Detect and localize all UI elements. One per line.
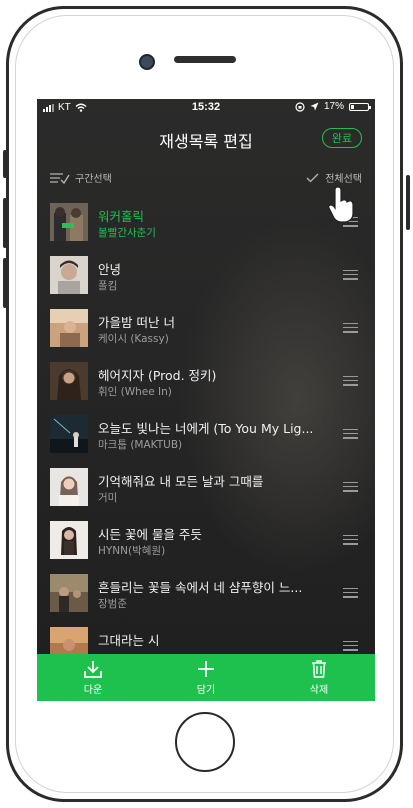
- home-button[interactable]: [175, 712, 235, 772]
- battery-percent: 17%: [323, 101, 344, 112]
- battery-icon: [349, 102, 371, 111]
- song-title: 흔들리는 꽃들 속에서 네 샴푸향이 느...: [98, 580, 303, 595]
- song-title: 시든 꽃에 물을 주듯: [98, 527, 202, 542]
- song-title: 워커홀릭: [98, 209, 145, 224]
- album-art: [50, 415, 88, 453]
- drag-handle-icon[interactable]: [343, 641, 358, 651]
- range-select-label: 구간선택: [75, 174, 112, 185]
- location-icon: [310, 102, 319, 111]
- song-artist: 장범준: [98, 598, 127, 610]
- song-artist: HYNN(박혜원): [98, 545, 166, 557]
- playlist-row[interactable]: 오늘도 빛나는 너에게 (To You My Lig... 마크툽 (MAKTU…: [37, 409, 375, 462]
- song-artist: 휘인 (Whee In): [98, 386, 172, 398]
- download-label: 다운: [83, 685, 103, 696]
- playlist-row[interactable]: 기억해줘요 내 모든 날과 그때를 거미: [37, 462, 375, 515]
- playlist-row[interactable]: 가을밤 떠난 너 케이시 (Kassy): [37, 303, 375, 356]
- song-artist: 폴킴: [98, 280, 118, 292]
- drag-handle-icon[interactable]: [343, 270, 358, 280]
- hand-pointer-icon: [328, 187, 354, 223]
- plus-icon: [198, 661, 214, 677]
- drag-handle-icon[interactable]: [343, 323, 358, 333]
- album-art: [50, 574, 88, 612]
- drag-handle-icon[interactable]: [343, 482, 358, 492]
- range-select-button[interactable]: 구간선택: [50, 170, 112, 185]
- album-art: [50, 468, 88, 506]
- volume-down-button: [3, 258, 7, 308]
- song-artist: 거미: [98, 492, 118, 504]
- drag-handle-icon[interactable]: [343, 588, 358, 598]
- download-button[interactable]: 다운: [63, 659, 123, 696]
- download-icon: [84, 661, 102, 678]
- select-all-label: 전체선택: [325, 174, 362, 185]
- song-title: 헤어지자 (Prod. 정키): [98, 368, 217, 383]
- power-button: [406, 175, 410, 230]
- drag-handle-icon[interactable]: [343, 376, 358, 386]
- album-art: [50, 256, 88, 294]
- album-art: [50, 521, 88, 559]
- album-art: [50, 309, 88, 347]
- add-to-playlist-button[interactable]: 담기: [176, 659, 236, 696]
- done-button[interactable]: 완료: [322, 128, 362, 148]
- album-art: [50, 203, 88, 241]
- song-artist: 마크툽 (MAKTUB): [98, 439, 183, 451]
- song-title: 그대라는 시: [98, 633, 160, 648]
- earpiece-speaker: [174, 56, 236, 63]
- playlist-row[interactable]: 워커홀릭 볼빨간사춘기: [37, 197, 375, 250]
- trash-icon: [312, 660, 326, 678]
- drag-handle-icon[interactable]: [343, 535, 358, 545]
- delete-button[interactable]: 삭제: [289, 659, 349, 696]
- song-artist: 케이시 (Kassy): [98, 333, 169, 345]
- playlist-row[interactable]: 안녕 폴킴: [37, 250, 375, 303]
- range-select-icon: [50, 172, 70, 184]
- song-title: 기억해줘요 내 모든 날과 그때를: [98, 474, 264, 489]
- header: 재생목록 편집 완료: [37, 119, 375, 159]
- playlist-row[interactable]: 헤어지자 (Prod. 정키) 휘인 (Whee In): [37, 356, 375, 409]
- song-title: 오늘도 빛나는 너에게 (To You My Lig...: [98, 421, 314, 436]
- front-camera: [139, 54, 155, 70]
- drag-handle-icon[interactable]: [343, 429, 358, 439]
- battery-level-fill: [351, 104, 354, 109]
- song-title: 안녕: [98, 262, 122, 277]
- bottom-action-bar: 다운 담기 삭제: [37, 654, 375, 701]
- check-icon: [306, 173, 319, 182]
- delete-label: 삭제: [309, 685, 329, 696]
- album-art: [50, 362, 88, 400]
- add-label: 담기: [196, 685, 216, 696]
- song-title: 가을밤 떠난 너: [98, 315, 175, 330]
- song-artist: 볼빨간사춘기: [98, 227, 156, 239]
- playlist-row[interactable]: 시든 꽃에 물을 주듯 HYNN(박혜원): [37, 515, 375, 568]
- playlist-row[interactable]: 흔들리는 꽃들 속에서 네 샴푸향이 느... 장범준: [37, 568, 375, 621]
- edit-toolbar: 구간선택 전체선택: [37, 167, 375, 193]
- mute-switch: [3, 150, 7, 178]
- app-screen: KT 15:32 17% 재생목록 편집 완료 구간선택 전체선택 워커홀릭 볼…: [37, 99, 375, 701]
- select-all-button[interactable]: 전체선택: [306, 170, 362, 185]
- volume-up-button: [3, 198, 7, 248]
- rotation-lock-icon: [295, 101, 305, 112]
- status-bar: KT 15:32 17%: [37, 99, 375, 117]
